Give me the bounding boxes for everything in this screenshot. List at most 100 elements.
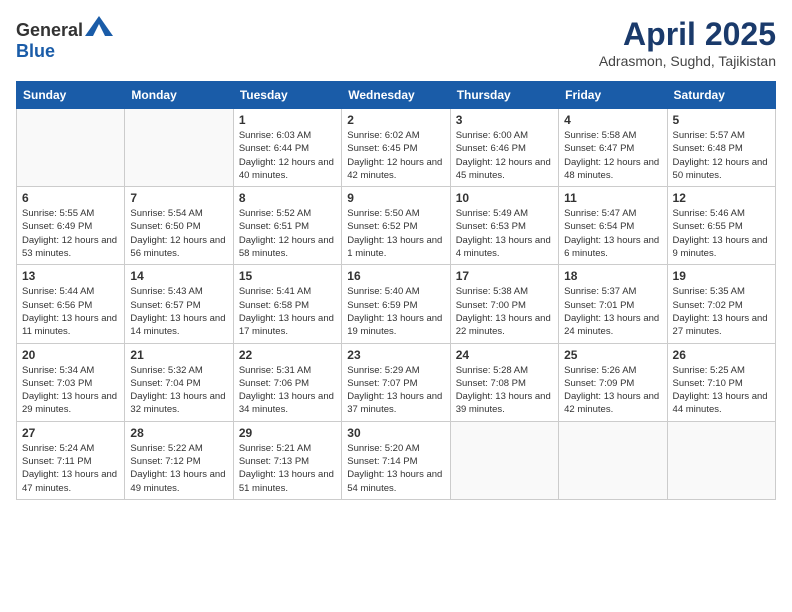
day-header-sunday: Sunday	[17, 82, 125, 109]
day-cell: 4 Sunrise: 5:58 AM Sunset: 6:47 PM Daylig…	[559, 109, 667, 187]
day-cell: 28 Sunrise: 5:22 AM Sunset: 7:12 PM Dayli…	[125, 421, 233, 499]
day-number: 1	[239, 113, 336, 127]
day-info: Sunrise: 5:34 AM Sunset: 7:03 PM Dayligh…	[22, 364, 119, 417]
day-info: Sunrise: 5:46 AM Sunset: 6:55 PM Dayligh…	[673, 207, 770, 260]
logo: General Blue	[16, 16, 113, 62]
day-number: 25	[564, 348, 661, 362]
day-cell: 13 Sunrise: 5:44 AM Sunset: 6:56 PM Dayli…	[17, 265, 125, 343]
day-info: Sunrise: 5:25 AM Sunset: 7:10 PM Dayligh…	[673, 364, 770, 417]
day-info: Sunrise: 5:37 AM Sunset: 7:01 PM Dayligh…	[564, 285, 661, 338]
day-number: 2	[347, 113, 444, 127]
day-number: 24	[456, 348, 553, 362]
day-info: Sunrise: 5:24 AM Sunset: 7:11 PM Dayligh…	[22, 442, 119, 495]
day-cell: 26Sunrise: 5:25 AM Sunset: 7:10 PM Dayli…	[667, 343, 775, 421]
day-cell: 1 Sunrise: 6:03 AM Sunset: 6:44 PM Daylig…	[233, 109, 341, 187]
day-number: 14	[130, 269, 227, 283]
week-row-1: 1 Sunrise: 6:03 AM Sunset: 6:44 PM Daylig…	[17, 109, 776, 187]
day-number: 27	[22, 426, 119, 440]
day-header-monday: Monday	[125, 82, 233, 109]
day-info: Sunrise: 5:47 AM Sunset: 6:54 PM Dayligh…	[564, 207, 661, 260]
day-number: 7	[130, 191, 227, 205]
day-cell: 9 Sunrise: 5:50 AM Sunset: 6:52 PM Daylig…	[342, 187, 450, 265]
day-info: Sunrise: 5:31 AM Sunset: 7:06 PM Dayligh…	[239, 364, 336, 417]
day-cell: 7 Sunrise: 5:54 AM Sunset: 6:50 PM Daylig…	[125, 187, 233, 265]
day-number: 30	[347, 426, 444, 440]
day-number: 11	[564, 191, 661, 205]
day-number: 18	[564, 269, 661, 283]
title-block: April 2025 Adrasmon, Sughd, Tajikistan	[599, 16, 776, 69]
day-info: Sunrise: 5:20 AM Sunset: 7:14 PM Dayligh…	[347, 442, 444, 495]
location: Adrasmon, Sughd, Tajikistan	[599, 53, 776, 69]
day-header-saturday: Saturday	[667, 82, 775, 109]
logo-icon	[85, 16, 113, 36]
day-cell: 21 Sunrise: 5:32 AM Sunset: 7:04 PM Dayli…	[125, 343, 233, 421]
day-cell	[125, 109, 233, 187]
day-cell	[17, 109, 125, 187]
day-info: Sunrise: 5:22 AM Sunset: 7:12 PM Dayligh…	[130, 442, 227, 495]
calendar-table: SundayMondayTuesdayWednesdayThursdayFrid…	[16, 81, 776, 500]
day-cell: 15Sunrise: 5:41 AM Sunset: 6:58 PM Dayli…	[233, 265, 341, 343]
day-info: Sunrise: 5:50 AM Sunset: 6:52 PM Dayligh…	[347, 207, 444, 260]
day-cell	[667, 421, 775, 499]
day-number: 8	[239, 191, 336, 205]
day-cell	[559, 421, 667, 499]
day-cell	[450, 421, 558, 499]
day-cell: 10Sunrise: 5:49 AM Sunset: 6:53 PM Dayli…	[450, 187, 558, 265]
logo-text: General Blue	[16, 16, 113, 62]
day-header-friday: Friday	[559, 82, 667, 109]
day-info: Sunrise: 5:44 AM Sunset: 6:56 PM Dayligh…	[22, 285, 119, 338]
day-cell: 27 Sunrise: 5:24 AM Sunset: 7:11 PM Dayli…	[17, 421, 125, 499]
day-number: 21	[130, 348, 227, 362]
day-info: Sunrise: 5:58 AM Sunset: 6:47 PM Dayligh…	[564, 129, 661, 182]
day-header-thursday: Thursday	[450, 82, 558, 109]
day-cell: 16Sunrise: 5:40 AM Sunset: 6:59 PM Dayli…	[342, 265, 450, 343]
day-number: 20	[22, 348, 119, 362]
week-row-4: 20 Sunrise: 5:34 AM Sunset: 7:03 PM Dayli…	[17, 343, 776, 421]
day-number: 23	[347, 348, 444, 362]
day-info: Sunrise: 6:03 AM Sunset: 6:44 PM Dayligh…	[239, 129, 336, 182]
day-info: Sunrise: 5:29 AM Sunset: 7:07 PM Dayligh…	[347, 364, 444, 417]
day-info: Sunrise: 5:57 AM Sunset: 6:48 PM Dayligh…	[673, 129, 770, 182]
day-number: 13	[22, 269, 119, 283]
day-cell: 29Sunrise: 5:21 AM Sunset: 7:13 PM Dayli…	[233, 421, 341, 499]
day-number: 4	[564, 113, 661, 127]
day-number: 6	[22, 191, 119, 205]
day-cell: 20 Sunrise: 5:34 AM Sunset: 7:03 PM Dayli…	[17, 343, 125, 421]
day-cell: 24 Sunrise: 5:28 AM Sunset: 7:08 PM Dayli…	[450, 343, 558, 421]
day-info: Sunrise: 5:32 AM Sunset: 7:04 PM Dayligh…	[130, 364, 227, 417]
month-title: April 2025	[599, 16, 776, 53]
day-cell: 12 Sunrise: 5:46 AM Sunset: 6:55 PM Dayli…	[667, 187, 775, 265]
day-number: 9	[347, 191, 444, 205]
day-header-wednesday: Wednesday	[342, 82, 450, 109]
logo-general: General	[16, 20, 83, 40]
day-info: Sunrise: 5:55 AM Sunset: 6:49 PM Dayligh…	[22, 207, 119, 260]
day-info: Sunrise: 5:49 AM Sunset: 6:53 PM Dayligh…	[456, 207, 553, 260]
day-number: 28	[130, 426, 227, 440]
day-info: Sunrise: 5:41 AM Sunset: 6:58 PM Dayligh…	[239, 285, 336, 338]
day-cell: 14Sunrise: 5:43 AM Sunset: 6:57 PM Dayli…	[125, 265, 233, 343]
day-number: 3	[456, 113, 553, 127]
day-number: 19	[673, 269, 770, 283]
day-cell: 2Sunrise: 6:02 AM Sunset: 6:45 PM Daylig…	[342, 109, 450, 187]
day-number: 22	[239, 348, 336, 362]
week-row-5: 27 Sunrise: 5:24 AM Sunset: 7:11 PM Dayli…	[17, 421, 776, 499]
calendar-header-row: SundayMondayTuesdayWednesdayThursdayFrid…	[17, 82, 776, 109]
day-cell: 22 Sunrise: 5:31 AM Sunset: 7:06 PM Dayli…	[233, 343, 341, 421]
day-info: Sunrise: 5:35 AM Sunset: 7:02 PM Dayligh…	[673, 285, 770, 338]
day-cell: 17Sunrise: 5:38 AM Sunset: 7:00 PM Dayli…	[450, 265, 558, 343]
day-cell: 6 Sunrise: 5:55 AM Sunset: 6:49 PM Daylig…	[17, 187, 125, 265]
week-row-3: 13 Sunrise: 5:44 AM Sunset: 6:56 PM Dayli…	[17, 265, 776, 343]
day-number: 5	[673, 113, 770, 127]
day-cell: 5 Sunrise: 5:57 AM Sunset: 6:48 PM Daylig…	[667, 109, 775, 187]
day-cell: 8Sunrise: 5:52 AM Sunset: 6:51 PM Daylig…	[233, 187, 341, 265]
day-cell: 3Sunrise: 6:00 AM Sunset: 6:46 PM Daylig…	[450, 109, 558, 187]
day-cell: 30 Sunrise: 5:20 AM Sunset: 7:14 PM Dayli…	[342, 421, 450, 499]
day-cell: 18 Sunrise: 5:37 AM Sunset: 7:01 PM Dayli…	[559, 265, 667, 343]
week-row-2: 6 Sunrise: 5:55 AM Sunset: 6:49 PM Daylig…	[17, 187, 776, 265]
logo-blue: Blue	[16, 41, 55, 61]
day-info: Sunrise: 5:28 AM Sunset: 7:08 PM Dayligh…	[456, 364, 553, 417]
day-info: Sunrise: 5:54 AM Sunset: 6:50 PM Dayligh…	[130, 207, 227, 260]
day-number: 12	[673, 191, 770, 205]
day-info: Sunrise: 5:26 AM Sunset: 7:09 PM Dayligh…	[564, 364, 661, 417]
day-number: 17	[456, 269, 553, 283]
